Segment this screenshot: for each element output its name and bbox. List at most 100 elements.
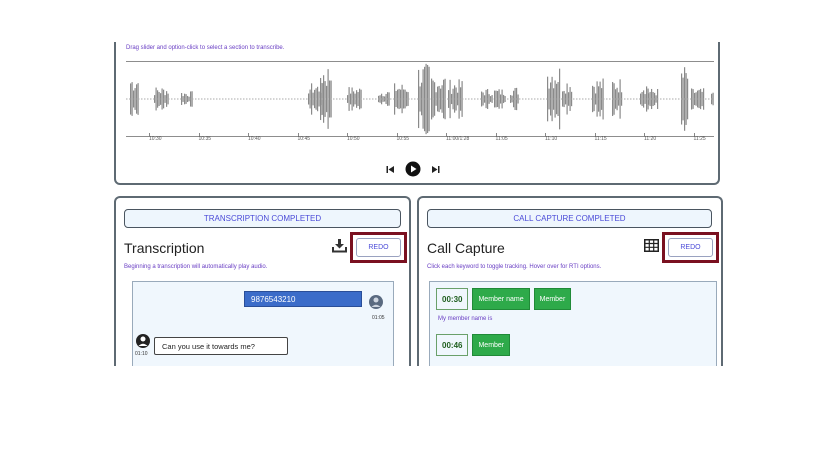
- waveform-silence: [264, 98, 266, 100]
- waveform-silence: [615, 98, 617, 100]
- waveform-silence: [510, 98, 512, 100]
- play-icon[interactable]: [405, 161, 421, 177]
- capture-timestamp[interactable]: 00:30: [436, 288, 469, 310]
- waveform-silence: [588, 98, 590, 100]
- waveform-silence: [609, 98, 611, 100]
- waveform-silence: [399, 98, 401, 100]
- audio-waveform[interactable]: [126, 62, 714, 136]
- waveform-bar: [382, 96, 384, 102]
- waveform-silence: [222, 98, 224, 100]
- waveform-silence: [345, 98, 347, 100]
- waveform-silence: [459, 98, 461, 100]
- waveform-silence: [606, 98, 608, 100]
- waveform-silence: [690, 98, 692, 100]
- waveform-silence: [435, 98, 437, 100]
- waveform-bar: [379, 95, 381, 103]
- agent-message[interactable]: 9876543210: [244, 291, 362, 307]
- waveform-silence: [711, 98, 713, 100]
- waveform-silence: [558, 98, 560, 100]
- keyword-chip[interactable]: Member: [472, 334, 511, 356]
- waveform-bar: [685, 73, 687, 125]
- capture-context-text: My member name is: [438, 316, 493, 322]
- waveform-silence: [525, 98, 527, 100]
- caller-message[interactable]: Can you use it towards me?: [154, 337, 288, 355]
- waveform-silence: [453, 98, 455, 100]
- waveform-silence: [276, 98, 278, 100]
- waveform-silence: [153, 98, 155, 100]
- waveform-silence: [591, 98, 593, 100]
- waveform-silence: [168, 98, 170, 100]
- waveform-silence: [462, 98, 464, 100]
- waveform-silence: [249, 98, 251, 100]
- waveform-silence: [645, 98, 647, 100]
- waveform-silence: [354, 98, 356, 100]
- waveform-silence: [219, 98, 221, 100]
- timeline-tick-label: 11:25: [693, 133, 706, 142]
- waveform-silence: [699, 98, 701, 100]
- waveform-silence: [681, 98, 683, 100]
- waveform-silence: [387, 98, 389, 100]
- transcription-panel: TRANSCRIPTION COMPLETED Transcription RE…: [114, 196, 411, 366]
- waveform-silence: [666, 98, 668, 100]
- waveform-silence: [603, 98, 605, 100]
- waveform-silence: [135, 98, 137, 100]
- download-icon[interactable]: [332, 238, 347, 258]
- table-icon[interactable]: [644, 239, 659, 257]
- waveform-silence: [300, 98, 302, 100]
- waveform-silence: [429, 98, 431, 100]
- waveform-silence: [594, 98, 596, 100]
- waveform-silence: [447, 98, 449, 100]
- waveform-silence: [555, 98, 557, 100]
- caller-avatar: [136, 334, 150, 348]
- caller-message-time: 01:10: [135, 351, 148, 357]
- timeline-tick-label: 10:30: [149, 133, 162, 142]
- capture-timestamp[interactable]: 00:46: [436, 334, 469, 356]
- waveform-silence: [171, 98, 173, 100]
- waveform-silence: [357, 98, 359, 100]
- waveform-silence: [282, 98, 284, 100]
- skip-forward-icon[interactable]: [431, 165, 440, 174]
- waveform-silence: [138, 98, 140, 100]
- keyword-chip[interactable]: Member: [533, 288, 572, 310]
- skip-back-icon[interactable]: [386, 165, 395, 174]
- waveform-bar: [385, 93, 387, 105]
- waveform-silence: [432, 98, 434, 100]
- waveform-bar: [616, 87, 618, 111]
- waveform-silence: [273, 98, 275, 100]
- transcription-redo-button[interactable]: REDO: [356, 238, 401, 257]
- waveform-silence: [675, 98, 677, 100]
- waveform-silence: [330, 98, 332, 100]
- waveform-silence: [411, 98, 413, 100]
- waveform-silence: [612, 98, 614, 100]
- waveform-bar: [655, 95, 657, 103]
- call-capture-redo-button[interactable]: REDO: [668, 238, 713, 257]
- call-capture-status-banner: CALL CAPTURE COMPLETED: [427, 209, 712, 228]
- waveform-silence: [648, 98, 650, 100]
- keyword-chip[interactable]: Member name: [472, 288, 530, 310]
- waveform-silence: [228, 98, 230, 100]
- waveform-silence: [537, 98, 539, 100]
- timeline-tick-label: 10:55: [396, 133, 410, 142]
- waveform-silence: [654, 98, 656, 100]
- waveform-silence: [285, 98, 287, 100]
- waveform-silence: [567, 98, 569, 100]
- waveform-silence: [531, 98, 533, 100]
- timeline-tick-label: 11:15: [594, 133, 607, 142]
- timeline-tick-label: 10:35: [198, 133, 212, 142]
- waveform-silence: [174, 98, 176, 100]
- agent-avatar: [369, 295, 383, 309]
- waveform-silence: [165, 98, 167, 100]
- waveform-silence: [261, 98, 263, 100]
- waveform-silence: [564, 98, 566, 100]
- waveform-silence: [126, 98, 128, 100]
- waveform-silence: [177, 98, 179, 100]
- waveform-silence: [351, 98, 353, 100]
- waveform-silence: [639, 98, 641, 100]
- waveform-silence: [279, 98, 281, 100]
- timeline-tick-label: 11:10: [545, 133, 558, 142]
- waveform-bar: [388, 92, 390, 106]
- waveform-silence: [375, 98, 377, 100]
- waveform-silence: [378, 98, 380, 100]
- waveform-silence: [492, 98, 494, 100]
- waveform-silence: [180, 98, 182, 100]
